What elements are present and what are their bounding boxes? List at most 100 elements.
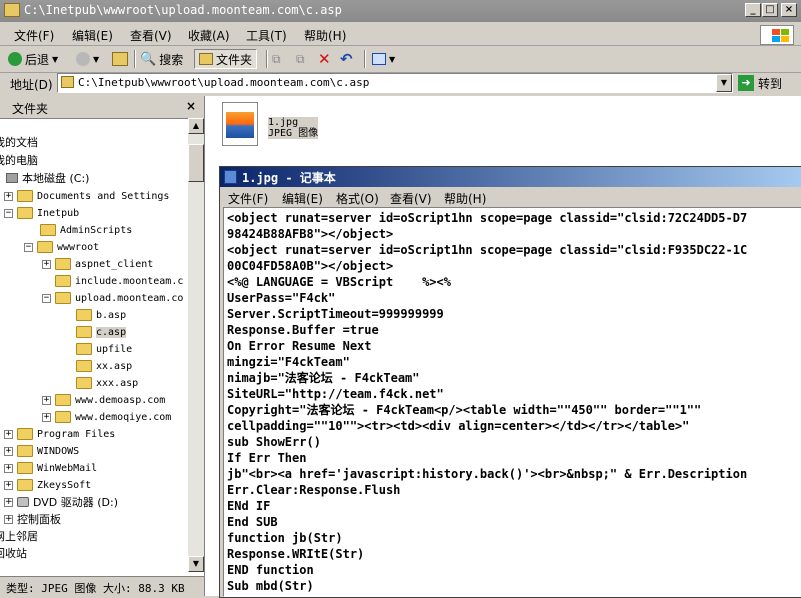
expand-icon[interactable]: + xyxy=(4,191,13,201)
expand-icon[interactable]: + xyxy=(4,480,13,490)
move-to-icon: ⧉ xyxy=(272,51,281,66)
search-button[interactable]: 🔍 搜索 xyxy=(140,49,183,69)
tree-item-wwwroot[interactable]: − wwwroot xyxy=(24,239,99,255)
tree-item-upfile[interactable]: upfile xyxy=(76,341,132,357)
tree-item-winwebmail[interactable]: + WinWebMail xyxy=(4,460,97,476)
move-to-button[interactable]: ⧉ xyxy=(272,49,281,69)
menu-view[interactable]: 查看(V) xyxy=(130,27,172,44)
notepad-title: 1.jpg - 记事本 xyxy=(242,171,336,185)
status-bar: 类型: JPEG 图像 大小: 88.3 KB xyxy=(0,576,204,597)
folder-icon xyxy=(76,343,92,355)
scrollbar-thumb[interactable] xyxy=(188,144,204,182)
tree-item-control-panel[interactable]: + 控制面板 xyxy=(4,511,61,527)
folder-icon xyxy=(76,360,92,372)
address-label: 地址(D) xyxy=(10,78,53,92)
tree-item-program-files[interactable]: + Program Files xyxy=(4,426,115,442)
tree-item-recycle-bin[interactable]: 回收站 xyxy=(0,545,27,561)
menu-help[interactable]: 帮助(H) xyxy=(304,27,346,44)
up-button[interactable] xyxy=(112,49,128,69)
notepad-menu-file[interactable]: 文件(F) xyxy=(228,190,268,207)
tree-item-zkeyssoft[interactable]: + ZkeysSoft xyxy=(4,477,91,493)
tree-item-xxx-asp[interactable]: xxx.asp xyxy=(76,375,138,391)
address-input[interactable]: C:\Inetpub\wwwroot\upload.moonteam.com\c… xyxy=(57,73,733,93)
expand-icon[interactable]: + xyxy=(42,395,51,405)
expand-icon[interactable]: + xyxy=(42,412,51,422)
tree-item-my-documents[interactable]: 我的文档 xyxy=(0,134,38,150)
notepad-title-bar[interactable]: 1.jpg - 记事本 xyxy=(220,167,801,187)
tree-scrollbar[interactable]: ▲ ▼ xyxy=(188,118,204,572)
folder-icon xyxy=(17,190,33,202)
notepad-menu-edit[interactable]: 编辑(E) xyxy=(282,190,323,207)
drive-icon xyxy=(6,173,18,183)
notepad-menu-view[interactable]: 查看(V) xyxy=(390,190,432,207)
tree-item-xx-asp[interactable]: xx.asp xyxy=(76,358,132,374)
code-line: Response.WRItE(Str) xyxy=(227,547,365,561)
delete-button[interactable]: ✕ xyxy=(318,49,331,69)
maximize-button[interactable]: □ xyxy=(762,3,778,17)
folders-button[interactable]: 文件夹 xyxy=(194,49,258,69)
folder-icon xyxy=(17,445,33,457)
address-dropdown-button[interactable]: ▼ xyxy=(716,74,732,92)
tree-item-windows[interactable]: + WINDOWS xyxy=(4,443,79,459)
explorer-title-bar[interactable]: C:\Inetpub\wwwroot\upload.moonteam.com\c… xyxy=(0,0,801,22)
forward-button[interactable]: ▼ xyxy=(76,49,99,69)
scroll-down-button[interactable]: ▼ xyxy=(188,556,204,572)
chevron-down-icon: ▼ xyxy=(52,54,59,64)
tree-item-documents-and-settings[interactable]: + Documents and Settings xyxy=(4,188,169,204)
tree-item-adminscripts[interactable]: AdminScripts xyxy=(40,222,132,238)
expand-icon[interactable]: + xyxy=(4,463,13,473)
file-item-label[interactable]: 1.jpg JPEG 图像 xyxy=(268,117,319,139)
folders-pane-title: 文件夹 xyxy=(12,102,49,116)
expand-icon[interactable]: + xyxy=(4,446,13,456)
tree-item-include-moonteam[interactable]: include.moonteam.c xyxy=(55,273,183,289)
tree-item-upload-moonteam[interactable]: − upload.moonteam.co xyxy=(42,290,183,306)
expand-icon[interactable]: + xyxy=(4,514,13,524)
menu-tools[interactable]: 工具(T) xyxy=(246,27,287,44)
tree-item-www-demoqiye[interactable]: + www.demoqiye.com xyxy=(42,409,171,425)
back-arrow-icon xyxy=(8,52,22,66)
tree-item-www-demoasp[interactable]: + www.demoasp.com xyxy=(42,392,165,408)
collapse-icon[interactable]: − xyxy=(4,208,13,218)
tree-item-my-computer[interactable]: 我的电脑 xyxy=(0,152,38,168)
scroll-up-button[interactable]: ▲ xyxy=(188,118,204,134)
expand-icon[interactable]: + xyxy=(4,429,13,439)
folder-icon xyxy=(17,462,33,474)
notepad-text-area[interactable]: <object runat=server id=oScript1hn scope… xyxy=(223,207,801,597)
go-button[interactable]: ➜ 转到 xyxy=(738,73,794,93)
notepad-menu-help[interactable]: 帮助(H) xyxy=(444,190,486,207)
tree-item-b-asp[interactable]: b.asp xyxy=(76,307,126,323)
go-arrow-icon: ➜ xyxy=(738,75,754,91)
tree-item-network-places[interactable]: 网上邻居 xyxy=(0,528,38,544)
copy-to-icon: ⧉ xyxy=(296,51,305,66)
menu-edit[interactable]: 编辑(E) xyxy=(72,27,113,44)
notepad-menu-format[interactable]: 格式(O) xyxy=(336,190,379,207)
tree-item-local-disk-c[interactable]: 本地磁盘 (C:) xyxy=(6,170,89,186)
address-bar: 地址(D) C:\Inetpub\wwwroot\upload.moonteam… xyxy=(0,72,801,96)
back-button[interactable]: 后退 ▼ xyxy=(8,49,58,69)
folders-pane-close-button[interactable]: × xyxy=(186,99,196,113)
code-line: nimajb="法客论坛 - F4ckTeam" xyxy=(227,371,420,385)
tree-item-inetpub[interactable]: − Inetpub xyxy=(4,205,79,221)
code-line: ENd IF xyxy=(227,499,271,513)
folder-up-icon xyxy=(112,52,128,66)
folder-icon xyxy=(55,394,71,406)
code-line: Sub mbd(Str) xyxy=(227,579,314,593)
folder-tree-pane: 文件夹 × 我的文档 我的电脑 本地磁盘 (C:) + Documents an… xyxy=(0,96,205,596)
search-icon: 🔍 xyxy=(140,51,157,67)
tree-item-c-asp[interactable]: c.asp xyxy=(76,324,127,340)
minimize-button[interactable]: _ xyxy=(745,3,761,17)
undo-button[interactable]: ↶ xyxy=(340,49,353,69)
views-button[interactable]: ▼ xyxy=(372,49,395,69)
copy-to-button[interactable]: ⧉ xyxy=(296,49,305,69)
menu-file[interactable]: 文件(F) xyxy=(14,27,54,44)
expand-icon[interactable]: + xyxy=(42,259,51,269)
tree-item-dvd-drive[interactable]: + DVD 驱动器 (D:) xyxy=(4,494,118,510)
collapse-icon[interactable]: − xyxy=(24,242,33,252)
expand-icon[interactable]: + xyxy=(4,497,13,507)
image-thumbnail-icon xyxy=(226,112,254,138)
folders-icon xyxy=(199,53,213,65)
close-button[interactable]: × xyxy=(781,3,797,17)
tree-item-aspnet-client[interactable]: + aspnet_client xyxy=(42,256,153,272)
collapse-icon[interactable]: − xyxy=(42,293,51,303)
menu-favorites[interactable]: 收藏(A) xyxy=(188,27,230,44)
